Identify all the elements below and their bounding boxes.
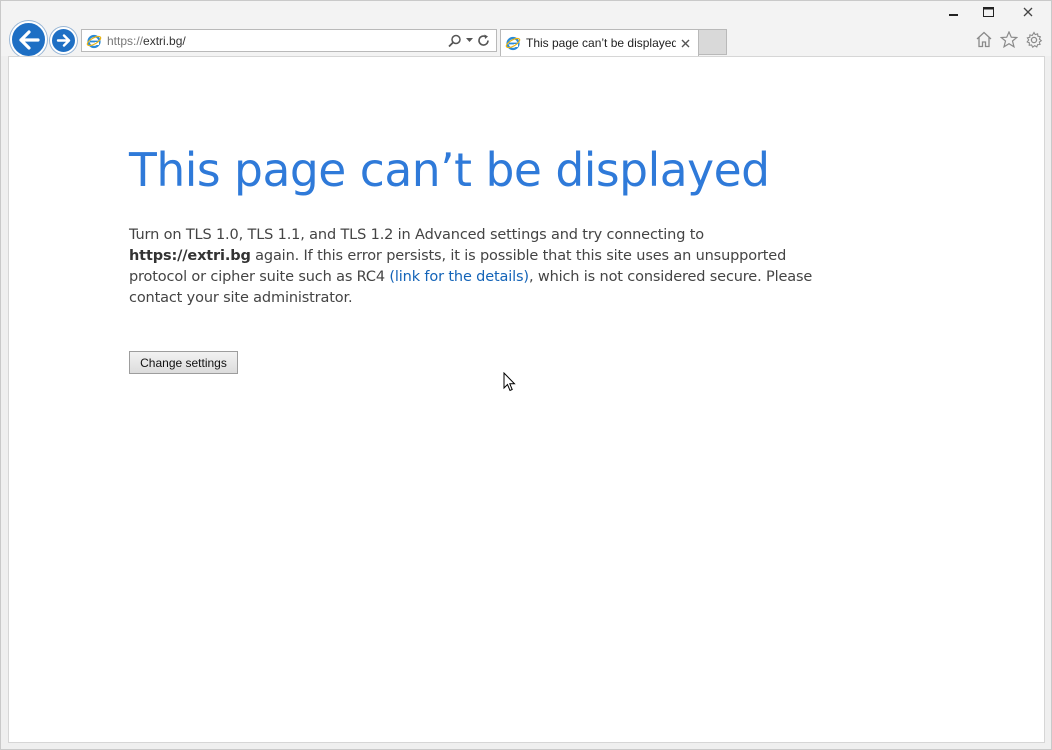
- tab-active[interactable]: This page can’t be displayed: [500, 29, 699, 56]
- refresh-icon[interactable]: [477, 34, 490, 47]
- forward-button[interactable]: [50, 27, 77, 54]
- page-title: This page can’t be displayed: [129, 143, 770, 197]
- internet-explorer-icon: [86, 33, 102, 49]
- home-icon[interactable]: [974, 30, 993, 49]
- url-text[interactable]: https://extri.bg/: [107, 34, 448, 48]
- maximize-button[interactable]: [971, 1, 1005, 23]
- search-icon[interactable]: [448, 34, 462, 48]
- mouse-cursor-icon: [503, 371, 516, 396]
- dropdown-arrow-icon[interactable]: [466, 38, 473, 43]
- error-message: Turn on TLS 1.0, TLS 1.1, and TLS 1.2 in…: [129, 225, 829, 309]
- close-tab-icon[interactable]: [676, 39, 694, 48]
- close-window-button[interactable]: [1005, 1, 1051, 23]
- window-controls: [937, 1, 1051, 23]
- change-settings-button[interactable]: Change settings: [129, 351, 238, 374]
- message-text: Turn on TLS 1.0, TLS 1.1, and TLS 1.2 in…: [129, 227, 704, 243]
- back-arrow-icon: [18, 29, 40, 50]
- address-bar[interactable]: https://extri.bg/: [81, 29, 497, 52]
- back-button[interactable]: [10, 21, 47, 58]
- browser-window: https://extri.bg/ This page can’t be dis…: [0, 0, 1052, 750]
- minimize-button[interactable]: [937, 1, 971, 23]
- internet-explorer-icon: [505, 35, 521, 51]
- page-content: This page can’t be displayed Turn on TLS…: [8, 56, 1045, 743]
- browser-toolbar: https://extri.bg/ This page can’t be dis…: [1, 1, 1051, 58]
- site-url: https://extri.bg: [129, 248, 251, 264]
- tab-title: This page can’t be displayed: [526, 36, 676, 50]
- forward-arrow-icon: [56, 34, 71, 47]
- toolbar-icons: [974, 30, 1043, 49]
- details-link[interactable]: (link for the details): [389, 269, 529, 285]
- star-icon[interactable]: [999, 30, 1018, 49]
- new-tab-button[interactable]: [699, 29, 727, 55]
- gear-icon[interactable]: [1024, 30, 1043, 49]
